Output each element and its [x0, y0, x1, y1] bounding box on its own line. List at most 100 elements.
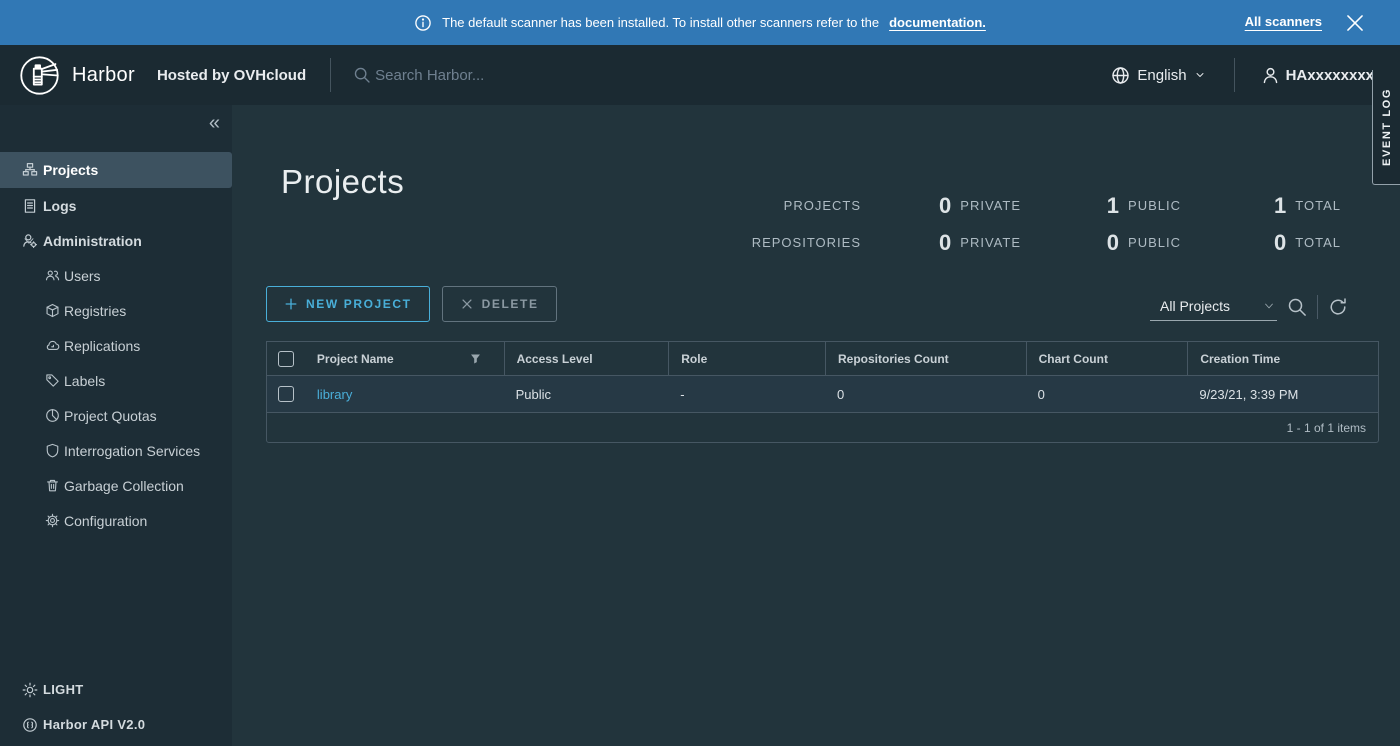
- column-label: Project Name: [317, 352, 394, 366]
- search-input[interactable]: [375, 67, 595, 84]
- column-header-chart-count[interactable]: Chart Count: [1026, 342, 1188, 375]
- private-label: PRIVATE: [960, 235, 1021, 250]
- shield-icon: [45, 443, 60, 458]
- sun-icon: [22, 682, 38, 698]
- table-row[interactable]: library Public - 0 0 9/23/21, 3:39 PM: [267, 375, 1378, 412]
- sidebar-item-labels[interactable]: Labels: [0, 363, 232, 398]
- theme-toggle-light[interactable]: LIGHT: [0, 672, 232, 707]
- column-header-role[interactable]: Role: [668, 342, 825, 375]
- api-icon: [22, 717, 38, 733]
- toolbar-divider: [1317, 295, 1318, 319]
- select-all-checkbox[interactable]: [278, 351, 294, 367]
- sidebar-item-label: Interrogation Services: [64, 443, 200, 459]
- projects-total-count: 1: [1274, 195, 1286, 217]
- new-project-button[interactable]: NEW PROJECT: [266, 286, 430, 322]
- column-header-project-name[interactable]: Project Name: [305, 342, 504, 375]
- info-icon: [414, 14, 432, 32]
- chevron-down-icon: [1194, 69, 1206, 81]
- cell-creation-time: 9/23/21, 3:39 PM: [1187, 387, 1378, 402]
- sidebar-item-registries[interactable]: Registries: [0, 293, 232, 328]
- all-scanners-link[interactable]: All scanners: [1245, 14, 1322, 29]
- public-label: PUBLIC: [1128, 198, 1181, 213]
- plus-icon: [284, 297, 298, 311]
- quota-icon: [45, 408, 60, 423]
- total-label: TOTAL: [1295, 235, 1341, 250]
- user-icon: [1261, 66, 1280, 85]
- event-log-label: EVENT LOG: [1381, 88, 1393, 166]
- sidebar-item-projects[interactable]: Projects: [0, 152, 232, 188]
- globe-icon: [1111, 66, 1130, 85]
- brand-subtitle: Hosted by OVHcloud: [157, 67, 306, 84]
- harbor-api-link[interactable]: Harbor API V2.0: [0, 707, 232, 742]
- sidebar-item-label: Administration: [43, 233, 142, 249]
- projects-public-count: 1: [1107, 195, 1119, 217]
- row-checkbox[interactable]: [278, 386, 294, 402]
- sidebar-item-replications[interactable]: Replications: [0, 328, 232, 363]
- sidebar-item-label: Registries: [64, 303, 126, 319]
- sidebar-item-label: Logs: [43, 198, 76, 214]
- sidebar-item-administration[interactable]: Administration: [0, 223, 232, 258]
- main-content: Projects PROJECTS 0 PRIVATE 1 PUBLIC 1 TOTA…: [232, 105, 1400, 746]
- sidebar-item-project-quotas[interactable]: Project Quotas: [0, 398, 232, 433]
- replication-icon: [45, 338, 60, 353]
- cell-role: -: [668, 387, 825, 402]
- search-icon: [353, 66, 371, 84]
- event-log-tab[interactable]: EVENT LOG: [1372, 70, 1400, 185]
- table-header-row: Project Name Access Level Role Repositor…: [267, 342, 1378, 375]
- registry-icon: [45, 303, 60, 318]
- stats-label: REPOSITORIES: [752, 224, 861, 261]
- delete-label: DELETE: [482, 297, 539, 311]
- sidebar-item-label: Users: [64, 268, 101, 284]
- refresh-icon[interactable]: [1328, 297, 1348, 317]
- documentation-link[interactable]: documentation.: [889, 15, 986, 30]
- search-icon[interactable]: [1287, 297, 1307, 317]
- sidebar-item-label: Replications: [64, 338, 140, 354]
- table-footer: 1 - 1 of 1 items: [267, 412, 1378, 442]
- close-icon[interactable]: [1346, 14, 1364, 32]
- sidebar-item-label: Projects: [43, 162, 98, 178]
- header-divider: [1234, 58, 1235, 92]
- column-label: Role: [681, 352, 707, 366]
- sidebar-item-label: Garbage Collection: [64, 478, 184, 494]
- column-label: Creation Time: [1200, 352, 1280, 366]
- notification-banner: The default scanner has been installed. …: [0, 0, 1400, 45]
- users-icon: [45, 268, 60, 283]
- projects-table: Project Name Access Level Role Repositor…: [266, 341, 1379, 443]
- sidebar-item-interrogation-services[interactable]: Interrogation Services: [0, 433, 232, 468]
- banner-message: The default scanner has been installed. …: [442, 15, 879, 30]
- column-header-creation-time[interactable]: Creation Time: [1187, 342, 1378, 375]
- projects-private-count: 0: [939, 195, 951, 217]
- page-title: Projects: [281, 163, 404, 201]
- cell-chart-count: 0: [1026, 387, 1188, 402]
- column-label: Chart Count: [1039, 352, 1108, 366]
- sidebar-item-logs[interactable]: Logs: [0, 188, 232, 223]
- sidebar-item-garbage-collection[interactable]: Garbage Collection: [0, 468, 232, 503]
- column-header-access-level[interactable]: Access Level: [504, 342, 669, 375]
- harbor-logo-icon: [19, 55, 60, 96]
- stats-label: PROJECTS: [752, 187, 861, 224]
- language-menu[interactable]: English: [1111, 66, 1205, 85]
- sidebar-collapse-icon[interactable]: «: [209, 113, 220, 133]
- cell-repositories-count: 0: [825, 387, 1026, 402]
- log-icon: [22, 198, 38, 214]
- label-icon: [45, 373, 60, 388]
- language-label: English: [1137, 67, 1186, 84]
- column-label: Repositories Count: [838, 352, 949, 366]
- public-label: PUBLIC: [1128, 235, 1181, 250]
- table-toolbar: NEW PROJECT DELETE: [266, 286, 557, 322]
- sidebar-item-configuration[interactable]: Configuration: [0, 503, 232, 538]
- filter-icon[interactable]: [469, 352, 482, 365]
- column-label: Access Level: [517, 352, 593, 366]
- project-link[interactable]: library: [317, 387, 352, 402]
- column-header-repositories-count[interactable]: Repositories Count: [825, 342, 1026, 375]
- theme-label: LIGHT: [43, 682, 84, 697]
- sidebar-item-label: Project Quotas: [64, 408, 157, 424]
- delete-button[interactable]: DELETE: [442, 286, 557, 322]
- sidebar-item-users[interactable]: Users: [0, 258, 232, 293]
- filter-group: All Projects: [1150, 292, 1348, 322]
- project-filter-select[interactable]: All Projects: [1150, 293, 1277, 321]
- gear-icon: [45, 513, 60, 528]
- app-header: Harbor Hosted by OVHcloud English HAxxxx…: [0, 45, 1400, 105]
- filter-selected-value: All Projects: [1160, 298, 1230, 314]
- brand-title: Harbor: [72, 64, 135, 87]
